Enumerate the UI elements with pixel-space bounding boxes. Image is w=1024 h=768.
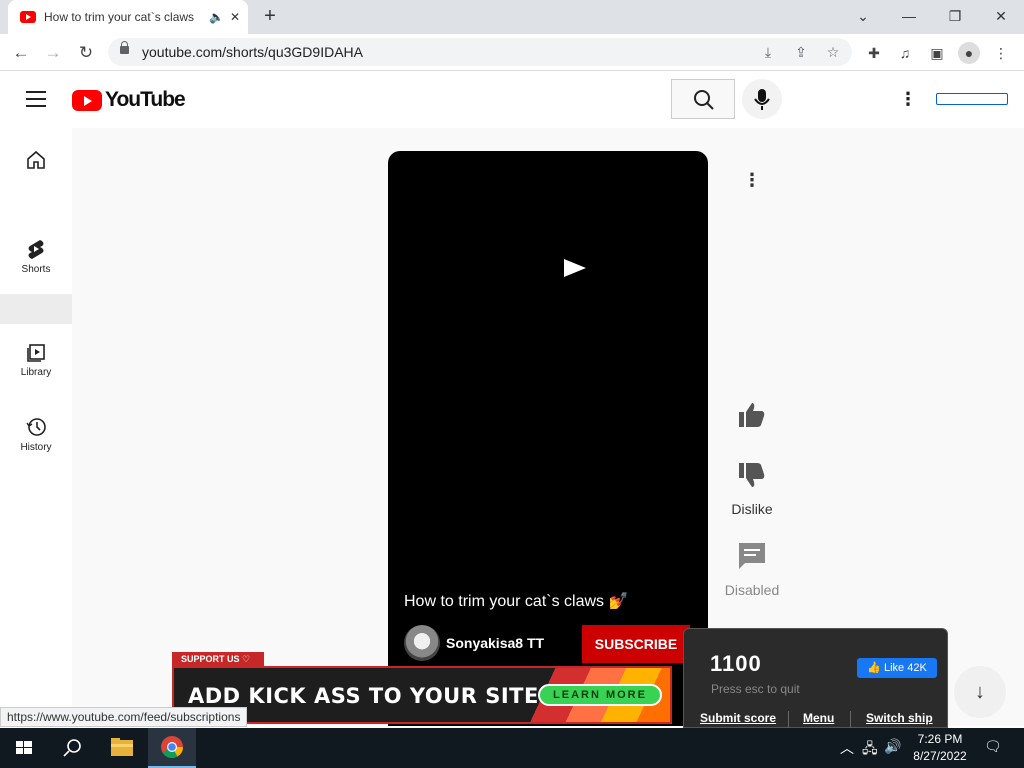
status-bar-url: https://www.youtube.com/feed/subscriptio…	[0, 707, 248, 727]
tab-search-icon[interactable]: ⌄	[840, 0, 886, 34]
comment-icon	[739, 543, 765, 569]
history-icon	[26, 418, 46, 436]
youtube-logo-text: YouTube	[105, 88, 186, 111]
notification-icon[interactable]: 🗨	[984, 738, 1002, 755]
chrome-taskbar-icon[interactable]	[148, 728, 196, 768]
clock-time: 7:26 PM	[917, 732, 963, 746]
shorts-video-player[interactable]: How to trim your cat`s claws 💅 Sonyakisa…	[388, 151, 708, 726]
new-tab-button[interactable]: +	[258, 5, 282, 29]
minimize-button[interactable]: —	[886, 0, 932, 34]
bookmark-star-icon[interactable]: ☆	[823, 42, 843, 62]
dislike-button[interactable]: Dislike	[712, 460, 792, 517]
subscribe-button[interactable]: SUBSCRIBE	[582, 625, 690, 663]
nav-item-home[interactable]	[0, 150, 72, 174]
share-icon[interactable]: ⇪	[791, 42, 811, 62]
volume-icon[interactable]: 🔊	[884, 738, 901, 755]
windows-start-icon[interactable]	[0, 728, 48, 768]
settings-menu-icon[interactable]: ⋮	[898, 89, 918, 109]
video-more-options-icon[interactable]: ⋮	[742, 168, 762, 192]
search-button[interactable]	[671, 79, 735, 119]
scroll-down-arrow-icon[interactable]: ↓	[954, 666, 1006, 718]
learn-more-button[interactable]: LEARN MORE	[538, 684, 662, 706]
shorts-icon	[28, 240, 44, 259]
taskbar-clock[interactable]: 7:26 PM 8/27/2022	[904, 731, 976, 765]
browser-toolbar: ← → ↻ youtube.com/shorts/qu3GD9IDAHA ⤓ ⇪…	[0, 34, 1024, 71]
browser-menu-icon[interactable]: ⋮	[990, 42, 1012, 64]
windows-taskbar: ︿ 🖧 🔊 7:26 PM 8/27/2022 🗨	[0, 728, 1024, 768]
extensions-icon[interactable]: ✚	[863, 42, 885, 64]
network-icon[interactable]: 🖧	[862, 738, 878, 762]
youtube-header: YouTube ⋮	[0, 71, 1024, 128]
media-control-icon[interactable]: ♫	[894, 42, 916, 64]
back-button[interactable]: ←	[8, 40, 34, 66]
menu-link[interactable]: Menu	[803, 711, 834, 725]
divider	[788, 711, 789, 729]
tab-close-icon[interactable]: ✕	[230, 10, 240, 24]
play-icon[interactable]	[564, 259, 586, 277]
library-icon	[27, 344, 45, 362]
hamburger-menu-icon[interactable]	[26, 91, 46, 107]
search-icon	[694, 90, 714, 110]
nav-selected-highlight	[0, 294, 72, 324]
youtube-play-logo-icon	[72, 89, 102, 111]
lock-icon	[120, 41, 129, 54]
nav-item-library[interactable]: Library	[0, 343, 72, 378]
close-window-button[interactable]: ✕	[978, 0, 1024, 34]
switch-ship-link[interactable]: Switch ship	[866, 711, 933, 725]
side-panel-icon[interactable]: ▣	[926, 42, 948, 64]
sign-in-button[interactable]	[936, 93, 1008, 105]
address-bar[interactable]: youtube.com/shorts/qu3GD9IDAHA ⤓ ⇪ ☆	[108, 38, 852, 66]
game-hint: Press esc to quit	[711, 682, 800, 696]
tab-strip: How to trim your cat`s claws 🔈 ✕ + ⌄ — ❐…	[0, 0, 1024, 34]
youtube-favicon-icon	[20, 11, 36, 23]
nav-item-shorts[interactable]: Shorts	[0, 238, 72, 275]
voice-search-button[interactable]	[742, 79, 782, 119]
nav-label-library: Library	[20, 367, 52, 378]
game-score: 1100	[710, 651, 762, 676]
file-explorer-icon[interactable]	[98, 728, 146, 768]
reload-button[interactable]: ↻	[73, 40, 99, 66]
divider	[850, 711, 851, 729]
clock-date: 8/27/2022	[913, 749, 967, 763]
taskbar-search-icon[interactable]	[48, 728, 96, 768]
microphone-icon	[754, 89, 770, 110]
url-text[interactable]: youtube.com/shorts/qu3GD9IDAHA	[142, 44, 363, 60]
left-nav: Shorts Library History	[0, 128, 72, 726]
game-overlay[interactable]: 1100 Press esc to quit 👍 Like 42K Submit…	[683, 628, 949, 729]
facebook-like-button[interactable]: 👍 Like 42K	[857, 658, 937, 678]
tab-audio-icon[interactable]: 🔈	[209, 10, 224, 24]
nav-label-shorts: Shorts	[21, 264, 51, 275]
youtube-logo[interactable]: YouTube	[72, 88, 186, 111]
nav-item-history[interactable]: History	[0, 416, 72, 453]
windows-logo-icon	[16, 741, 32, 754]
nav-label-history: History	[20, 442, 52, 453]
submit-score-link[interactable]: Submit score	[700, 711, 776, 725]
ad-headline: ADD KICK ASS TO YOUR SITE	[188, 684, 539, 708]
support-us-badge[interactable]: SUPPORT US ♡	[172, 652, 264, 666]
magnifier-icon	[63, 739, 81, 757]
like-button[interactable]	[712, 400, 792, 435]
channel-name[interactable]: Sonyakisa8 TT	[446, 635, 544, 651]
tab-title: How to trim your cat`s claws	[44, 10, 195, 24]
thumbs-down-icon	[739, 463, 765, 487]
chrome-icon	[161, 736, 183, 758]
thumbs-up-icon	[739, 403, 765, 427]
forward-button[interactable]: →	[40, 40, 66, 66]
restore-button[interactable]: ❐	[932, 0, 978, 34]
comments-label: Disabled	[724, 582, 780, 598]
home-icon	[27, 150, 45, 169]
video-title: How to trim your cat`s claws 💅	[404, 593, 629, 610]
tray-overflow-icon[interactable]: ︿	[840, 738, 854, 758]
channel-info[interactable]: Sonyakisa8 TT	[404, 625, 544, 661]
dislike-label: Dislike	[731, 501, 773, 517]
game-links: Submit score Menu Switch ship	[684, 711, 949, 729]
comments-button[interactable]: Disabled	[712, 541, 792, 598]
browser-tab[interactable]: How to trim your cat`s claws 🔈 ✕	[8, 0, 248, 34]
channel-avatar[interactable]	[404, 625, 440, 661]
install-icon[interactable]: ⤓	[758, 42, 778, 62]
folder-icon	[111, 738, 133, 756]
profile-avatar-icon[interactable]: ●	[958, 42, 980, 64]
